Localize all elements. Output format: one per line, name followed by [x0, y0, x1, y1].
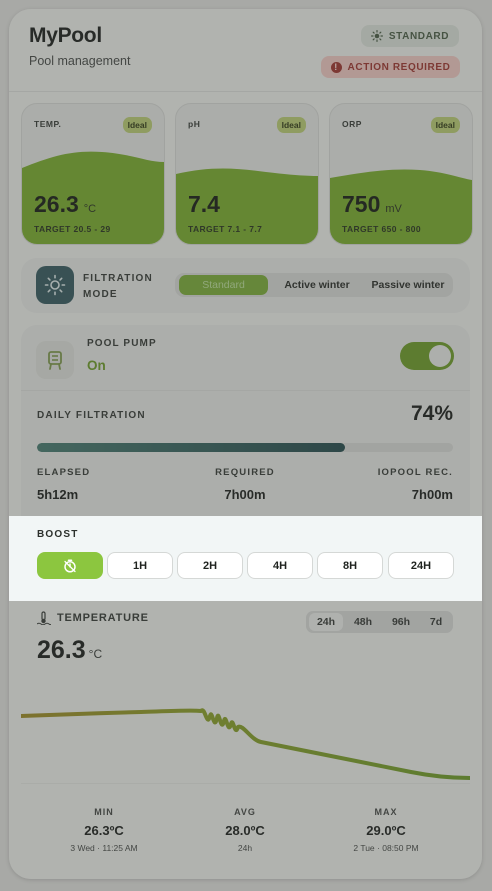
- elapsed-value: 5h12m: [37, 487, 79, 502]
- thermometer-icon: [37, 611, 51, 625]
- daily-filtration-percent: 74%: [410, 402, 453, 425]
- temperature-label: TEMPERATURE: [57, 612, 149, 624]
- temperature-avg: AVG 28.0ºC 24h: [180, 807, 310, 853]
- pump-icon: [48, 351, 62, 370]
- temperature-line: [21, 708, 470, 780]
- boost-2h-button[interactable]: 2H: [177, 552, 243, 579]
- boost-4h-button[interactable]: 4H: [247, 552, 313, 579]
- mode-badge-label: STANDARD: [388, 30, 450, 42]
- filtration-option-standard[interactable]: Standard: [179, 275, 268, 295]
- range-96h[interactable]: 96h: [383, 613, 419, 631]
- status-badge: Ideal: [122, 117, 152, 133]
- metric-number: 26.3: [34, 191, 79, 217]
- time-range-selector: 24h 48h 96h 7d: [306, 611, 453, 633]
- iopool-rec-value: 7h00m: [411, 487, 453, 502]
- timer-off-icon: [64, 558, 76, 573]
- pump-divider: [21, 390, 470, 391]
- boost-label: BOOST: [37, 529, 79, 540]
- metric-number: 7.4: [188, 191, 220, 217]
- range-24h[interactable]: 24h: [309, 613, 343, 631]
- status-badge: Ideal: [430, 117, 460, 133]
- metric-value: 26.3 °C: [34, 191, 96, 218]
- boost-1h-button[interactable]: 1H: [107, 552, 173, 579]
- boost-8h-button[interactable]: 8H: [317, 552, 383, 579]
- pump-icon-tile: [36, 341, 74, 379]
- required-label: REQUIRED: [215, 467, 275, 478]
- temperature-current: 26.3 °C: [37, 636, 102, 665]
- metric-card-ph[interactable]: pH Ideal 7.4 TARGET 7.1 - 7.7: [175, 103, 319, 245]
- page-subtitle: Pool management: [29, 54, 131, 68]
- pump-label: POOL PUMP: [87, 338, 157, 349]
- filtration-icon-tile: [36, 266, 74, 304]
- range-48h[interactable]: 48h: [345, 613, 381, 631]
- metric-label: ORP: [342, 119, 362, 129]
- sun-icon: [370, 30, 383, 42]
- daily-progress-fill: [37, 443, 345, 452]
- max-time: 2 Tue · 08:50 PM: [353, 843, 419, 853]
- temperature-value: 26.3: [37, 636, 86, 664]
- min-label: MIN: [94, 807, 114, 817]
- metric-value: 750 mV: [342, 191, 402, 218]
- daily-progress-bar: [37, 443, 453, 452]
- sun-icon: [44, 274, 66, 296]
- metric-label: TEMP.: [34, 119, 62, 129]
- toggle-knob: [429, 345, 451, 367]
- iopool-rec-label: IOPOOL REC.: [377, 467, 453, 478]
- pool-card: MyPool Pool management STANDARD ! ACTION…: [9, 9, 482, 879]
- boost-off-button[interactable]: [37, 552, 103, 579]
- status-badge: Ideal: [276, 117, 306, 133]
- range-7d[interactable]: 7d: [421, 613, 451, 631]
- metric-unit: °C: [83, 203, 97, 215]
- metric-unit: mV: [385, 203, 402, 215]
- temperature-chart[interactable]: [21, 694, 470, 784]
- filtration-option-passive-winter[interactable]: Passive winter: [365, 275, 451, 295]
- metric-card-orp[interactable]: ORP Ideal 750 mV TARGET 650 - 800: [329, 103, 473, 245]
- max-value: 29.0ºC: [366, 823, 406, 838]
- filtration-option-active-winter[interactable]: Active winter: [272, 275, 362, 295]
- temperature-min: MIN 26.3ºC 3 Wed · 11:25 AM: [39, 807, 169, 853]
- action-badge-label: ACTION REQUIRED: [347, 61, 451, 73]
- mode-badge[interactable]: STANDARD: [361, 25, 459, 47]
- max-label: MAX: [374, 807, 398, 817]
- pump-status: On: [87, 358, 106, 373]
- metric-target: TARGET 7.1 - 7.7: [188, 224, 263, 234]
- page-title: MyPool: [29, 24, 102, 47]
- alert-icon: !: [330, 61, 342, 73]
- pump-toggle[interactable]: [400, 342, 454, 370]
- elapsed-label: ELAPSED: [37, 467, 91, 478]
- metric-card-temp[interactable]: TEMP. Ideal 26.3 °C TARGET 20.5 - 29: [21, 103, 165, 245]
- daily-filtration-label: DAILY FILTRATION: [37, 410, 146, 421]
- filtration-mode-selector: Standard Active winter Passive winter: [175, 273, 453, 297]
- action-required-badge[interactable]: ! ACTION REQUIRED: [321, 56, 460, 78]
- boost-24h-button[interactable]: 24H: [388, 552, 454, 579]
- metric-label: pH: [188, 119, 201, 129]
- metric-number: 750: [342, 191, 381, 217]
- required-value: 7h00m: [224, 487, 266, 502]
- metric-target: TARGET 650 - 800: [342, 224, 421, 234]
- temperature-max: MAX 29.0ºC 2 Tue · 08:50 PM: [321, 807, 451, 853]
- temperature-unit: °C: [88, 647, 103, 661]
- min-time: 3 Wed · 11:25 AM: [70, 843, 138, 853]
- header-divider: [9, 91, 482, 92]
- avg-period: 24h: [237, 843, 253, 853]
- metric-value: 7.4: [188, 191, 225, 218]
- avg-value: 28.0ºC: [225, 823, 265, 838]
- filtration-mode-label: FILTRATION MODE: [83, 273, 153, 300]
- min-value: 26.3ºC: [84, 823, 124, 838]
- avg-label: AVG: [234, 807, 256, 817]
- temperature-header: TEMPERATURE: [37, 611, 149, 625]
- metric-target: TARGET 20.5 - 29: [34, 224, 111, 234]
